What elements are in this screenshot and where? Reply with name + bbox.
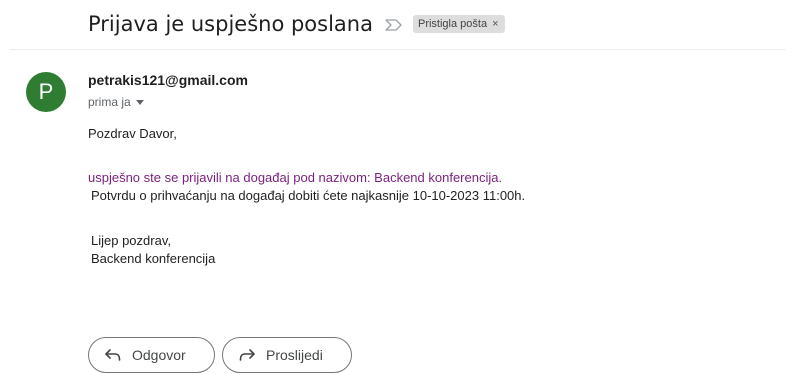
reply-button-label: Odgovor [132, 347, 186, 363]
body-signature: Backend konferencija [91, 251, 216, 266]
body-confirmation-line: Potvrdu o prihvaćanju na događaj dobiti … [91, 188, 526, 203]
forward-arrow-icon [238, 348, 256, 362]
recipient-text: prima ja [88, 95, 131, 109]
label-chip-text: Pristigla pošta [417, 18, 488, 30]
reply-button[interactable]: Odgovor [88, 337, 215, 373]
label-chip[interactable]: Pristigla pošta × [412, 15, 505, 33]
reply-arrow-icon [104, 348, 122, 362]
subject-row: Prijava je uspješno poslana Pristigla po… [88, 8, 505, 40]
email-view: Prijava je uspješno poslana Pristigla po… [0, 0, 786, 374]
body-registration-line: uspješno ste se prijavili na događaj pod… [88, 170, 503, 185]
body-greeting: Pozdrav Davor, [88, 126, 177, 141]
remove-label-icon[interactable]: × [492, 18, 498, 30]
body-signoff: Lijep pozdrav, [91, 233, 171, 248]
important-marker-icon[interactable] [385, 18, 403, 31]
email-subject: Prijava je uspješno poslana [88, 12, 373, 36]
sender-address[interactable]: petrakis121@gmail.com [88, 72, 248, 88]
forward-button[interactable]: Proslijedi [222, 337, 352, 373]
avatar-initial: P [38, 79, 54, 104]
avatar[interactable]: P [26, 72, 66, 112]
header-divider [10, 49, 786, 50]
forward-button-label: Proslijedi [266, 347, 323, 363]
chevron-down-icon[interactable] [135, 99, 144, 105]
recipient-details-toggle[interactable]: prima ja [88, 95, 144, 109]
